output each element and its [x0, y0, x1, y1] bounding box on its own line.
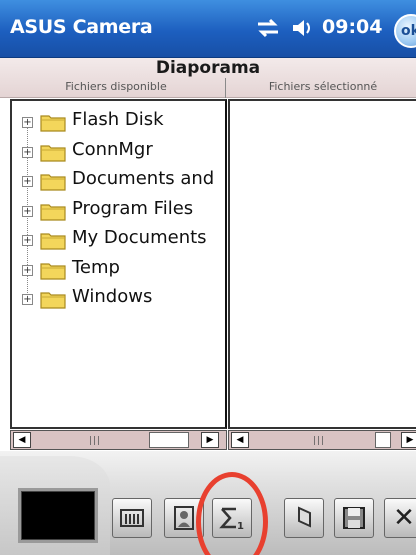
folder-icon	[40, 144, 66, 162]
folder-label[interactable]: Windows	[72, 286, 152, 307]
rotate-icon	[298, 506, 311, 528]
expand-icon[interactable]: +	[22, 205, 33, 217]
column-divider	[225, 78, 226, 98]
folder-tree: + Flash Disk + ConnMgr + Documents and + Progra…	[22, 109, 232, 316]
header: Diaporama Fichiers disponible Fichiers s…	[0, 58, 416, 98]
tree-item[interactable]: + Temp	[22, 257, 232, 287]
save-icon	[343, 507, 365, 529]
slideshow-button[interactable]	[112, 498, 152, 538]
folder-icon	[40, 115, 66, 132]
folder-label[interactable]: My Documents	[72, 227, 207, 248]
folder-icon	[40, 292, 66, 309]
available-files-panel[interactable]: + Flash Disk + ConnMgr + Documents and + Progra…	[10, 99, 227, 429]
scroll-right-arrow-icon[interactable]: ▶	[201, 432, 219, 448]
tree-item[interactable]: + Flash Disk	[22, 109, 232, 139]
folder-icon	[40, 233, 66, 250]
left-horizontal-scrollbar[interactable]: ◀ ||| ▶	[10, 430, 227, 450]
sync-icon[interactable]	[254, 14, 282, 42]
folder-icon	[40, 203, 66, 221]
scroll-thumb[interactable]	[375, 432, 391, 448]
close-button[interactable]: ✕	[384, 498, 416, 538]
tree-item[interactable]: + Windows	[22, 286, 232, 316]
portrait-icon	[174, 506, 194, 530]
folder-label[interactable]: Documents and	[72, 168, 214, 189]
scroll-left-arrow-icon[interactable]: ◀	[13, 432, 31, 448]
folder-label[interactable]: ConnMgr	[72, 139, 153, 160]
expand-icon[interactable]: +	[22, 176, 33, 187]
title-bar: ASUS Camera 09:04 ok	[0, 0, 416, 58]
tree-item[interactable]: + Documents and	[22, 168, 232, 198]
folder-icon	[40, 174, 66, 191]
selected-files-panel[interactable]	[228, 99, 416, 429]
column-header-selected: Fichiers sélectionné	[268, 80, 378, 93]
scroll-left-arrow-icon[interactable]: ◀	[231, 432, 249, 448]
page-title: Diaporama	[155, 58, 261, 78]
tree-item[interactable]: + My Documents	[22, 227, 232, 257]
sequence-icon: 1	[219, 507, 244, 532]
folder-label[interactable]: Program Files	[72, 198, 193, 219]
save-button[interactable]	[334, 498, 374, 538]
ok-button[interactable]: ok	[394, 14, 416, 48]
expand-icon[interactable]: +	[22, 146, 33, 158]
scroll-grip[interactable]: |||	[313, 436, 325, 446]
preview-thumbnail[interactable]	[18, 488, 98, 543]
scroll-right-arrow-icon[interactable]: ▶	[401, 432, 416, 448]
expand-icon[interactable]: +	[22, 235, 33, 246]
scroll-thumb[interactable]	[149, 432, 189, 448]
right-horizontal-scrollbar[interactable]: ◀ ||| ▶	[228, 430, 416, 450]
expand-icon[interactable]: +	[22, 294, 33, 305]
app-title[interactable]: ASUS Camera	[10, 16, 153, 38]
rotate-button[interactable]	[284, 498, 324, 538]
expand-icon[interactable]: +	[22, 264, 33, 276]
expand-icon[interactable]: +	[22, 117, 33, 128]
tree-item[interactable]: + Program Files	[22, 198, 232, 228]
folder-label[interactable]: Flash Disk	[72, 109, 164, 130]
portrait-button[interactable]	[164, 498, 204, 538]
column-header-available: Fichiers disponible	[65, 80, 167, 93]
clock[interactable]: 09:04	[322, 16, 382, 38]
folder-icon	[40, 262, 66, 280]
tree-item[interactable]: + ConnMgr	[22, 139, 232, 169]
svg-text:1: 1	[237, 521, 244, 532]
folder-label[interactable]: Temp	[72, 257, 120, 278]
scroll-grip[interactable]: |||	[89, 436, 101, 446]
sequence-button[interactable]: 1	[212, 498, 252, 538]
volume-icon[interactable]	[290, 15, 316, 41]
slideshow-icon	[120, 509, 144, 527]
